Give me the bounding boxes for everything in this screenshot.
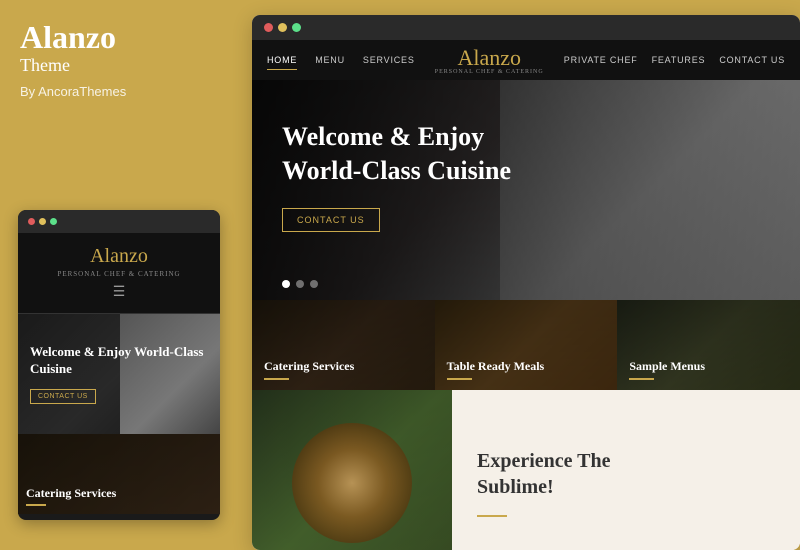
nav-links-right: PRIVATE CHEF FEATURES CONTACT US	[564, 51, 785, 69]
bottom-title: Experience The Sublime!	[477, 448, 775, 500]
mobile-logo: Alanzo	[28, 245, 210, 268]
mobile-service-card[interactable]: Catering Services	[18, 434, 220, 514]
bottom-text-area: Experience The Sublime!	[452, 390, 800, 550]
nav-links-left: HOME MENU SERVICES	[267, 51, 415, 70]
hamburger-icon[interactable]: ☰	[28, 284, 210, 301]
hero-dot-1[interactable]	[282, 280, 290, 288]
mobile-welcome-text: Welcome & Enjoy World-Class Cuisine	[30, 344, 208, 378]
hero-title: Welcome & Enjoy World-Class Cuisine	[282, 120, 770, 188]
nav-link-services[interactable]: SERVICES	[363, 51, 415, 69]
bottom-food-image	[252, 390, 452, 550]
nav-link-private-chef[interactable]: PRIVATE CHEF	[564, 51, 638, 69]
mobile-dot-yellow	[39, 218, 46, 225]
mobile-logo-sub: Personal Chef & Catering	[28, 270, 210, 278]
mobile-hero: Welcome & Enjoy World-Class Cuisine CONT…	[18, 314, 220, 434]
mobile-service-label: Catering Services	[26, 486, 116, 501]
hero-dot-2[interactable]	[296, 280, 304, 288]
service-card-2-accent	[447, 378, 472, 380]
theme-by: By AncoraThemes	[20, 84, 228, 99]
hero-dot-3[interactable]	[310, 280, 318, 288]
nav-link-contact[interactable]: CONTACT US	[719, 51, 785, 69]
browser-dot-green[interactable]	[292, 23, 301, 32]
service-card-3-accent	[629, 378, 654, 380]
nav-link-features[interactable]: FEATURES	[652, 51, 706, 69]
mobile-preview: Alanzo Personal Chef & Catering ☰ Welcom…	[18, 210, 220, 520]
service-card-1-content: Catering Services	[264, 359, 354, 380]
service-cards-row: Catering Services Table Ready Meals Samp…	[252, 300, 800, 390]
nav-logo-sub: Personal Chef & Catering	[415, 69, 564, 75]
service-card-3-title: Sample Menus	[629, 359, 705, 374]
service-card-2-title: Table Ready Meals	[447, 359, 545, 374]
service-card-1-accent	[264, 378, 289, 380]
browser-dot-yellow[interactable]	[278, 23, 287, 32]
service-card-2-content: Table Ready Meals	[447, 359, 545, 380]
left-panel: Alanzo Theme By AncoraThemes Alanzo Pers…	[0, 0, 248, 550]
theme-subtitle: Theme	[20, 55, 228, 76]
service-card-table-ready[interactable]: Table Ready Meals	[435, 300, 618, 390]
browser-chrome	[252, 15, 800, 40]
theme-title: Alanzo	[20, 20, 228, 55]
hero-section: Welcome & Enjoy World-Class Cuisine CONT…	[252, 80, 800, 300]
nav-logo-text: Alanzo	[457, 45, 521, 70]
mobile-service-underline	[26, 504, 46, 506]
service-card-3-content: Sample Menus	[629, 359, 705, 380]
bottom-section: Experience The Sublime!	[252, 390, 800, 550]
service-card-1-title: Catering Services	[264, 359, 354, 374]
hero-carousel-dots	[282, 280, 318, 288]
nav-link-menu[interactable]: MENU	[315, 51, 345, 69]
service-card-sample-menus[interactable]: Sample Menus	[617, 300, 800, 390]
site-nav: HOME MENU SERVICES Alanzo Personal Chef …	[252, 40, 800, 80]
bottom-accent-line	[477, 515, 507, 517]
mobile-window-controls	[18, 210, 220, 233]
service-card-catering[interactable]: Catering Services	[252, 300, 435, 390]
food-visual	[292, 423, 412, 543]
mobile-dot-green	[50, 218, 57, 225]
browser-panel: HOME MENU SERVICES Alanzo Personal Chef …	[252, 15, 800, 550]
hero-cta-button[interactable]: CONTACT US	[282, 208, 380, 232]
mobile-hero-text: Welcome & Enjoy World-Class Cuisine CONT…	[30, 344, 208, 405]
mobile-cta-button[interactable]: CONTACT US	[30, 389, 96, 404]
hero-content: Welcome & Enjoy World-Class Cuisine CONT…	[252, 80, 800, 272]
nav-logo: Alanzo Personal Chef & Catering	[415, 45, 564, 75]
mobile-dot-red	[28, 218, 35, 225]
nav-link-home[interactable]: HOME	[267, 51, 297, 70]
mobile-header: Alanzo Personal Chef & Catering ☰	[18, 233, 220, 314]
browser-dot-red[interactable]	[264, 23, 273, 32]
